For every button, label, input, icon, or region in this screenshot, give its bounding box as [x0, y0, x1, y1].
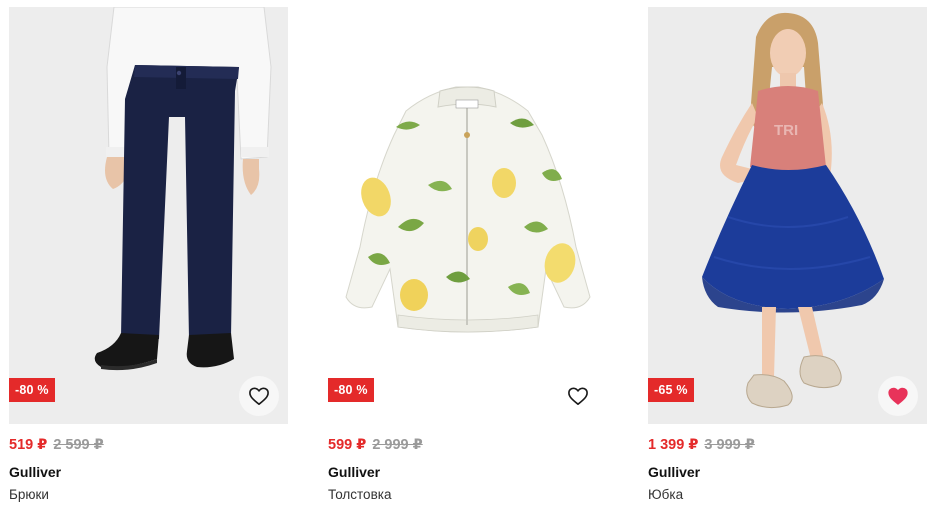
price-current: 599 ₽ [328, 437, 367, 453]
product-image-sweatshirt [345, 86, 591, 333]
product-brand[interactable]: Gulliver [328, 464, 607, 480]
heart-filled-icon [888, 387, 908, 405]
product-photo[interactable]: -80 % [9, 7, 288, 424]
svg-text:TRI: TRI [774, 122, 798, 139]
price-old: 2 999 ₽ [372, 437, 423, 453]
product-card[interactable]: -80 % 519 ₽ 2 599 ₽ Gulliver Брюки [9, 0, 288, 502]
product-card[interactable]: TRI -65 % 1 399 ₽ 3 999 ₽ Gulliver Юбка [648, 0, 927, 502]
product-title[interactable]: Толстовка [328, 487, 607, 502]
product-photo[interactable]: -80 % [328, 7, 607, 424]
product-image-skirt: TRI [702, 12, 884, 409]
favorite-button[interactable] [239, 376, 279, 416]
discount-badge: -65 % [648, 378, 694, 402]
price-row: 1 399 ₽ 3 999 ₽ [648, 437, 927, 457]
price-old: 3 999 ₽ [704, 437, 755, 453]
heart-outline-icon [568, 387, 588, 405]
product-title[interactable]: Юбка [648, 487, 927, 502]
price-current: 1 399 ₽ [648, 437, 699, 453]
price-old: 2 599 ₽ [53, 437, 104, 453]
favorite-button[interactable] [558, 376, 598, 416]
discount-badge: -80 % [9, 378, 55, 402]
product-card[interactable]: -80 % 599 ₽ 2 999 ₽ Gulliver Толстовка [328, 0, 607, 502]
product-grid: -80 % 519 ₽ 2 599 ₽ Gulliver Брюки -80 %… [0, 0, 937, 524]
price-row: 599 ₽ 2 999 ₽ [328, 437, 607, 457]
price-row: 519 ₽ 2 599 ₽ [9, 437, 288, 457]
product-brand[interactable]: Gulliver [9, 464, 288, 480]
product-brand[interactable]: Gulliver [648, 464, 927, 480]
price-current: 519 ₽ [9, 437, 48, 453]
heart-outline-icon [249, 387, 269, 405]
product-photo[interactable]: TRI -65 % [648, 7, 927, 424]
favorite-button[interactable] [878, 376, 918, 416]
product-title[interactable]: Брюки [9, 487, 288, 502]
product-image-trousers [94, 7, 272, 371]
discount-badge: -80 % [328, 378, 374, 402]
